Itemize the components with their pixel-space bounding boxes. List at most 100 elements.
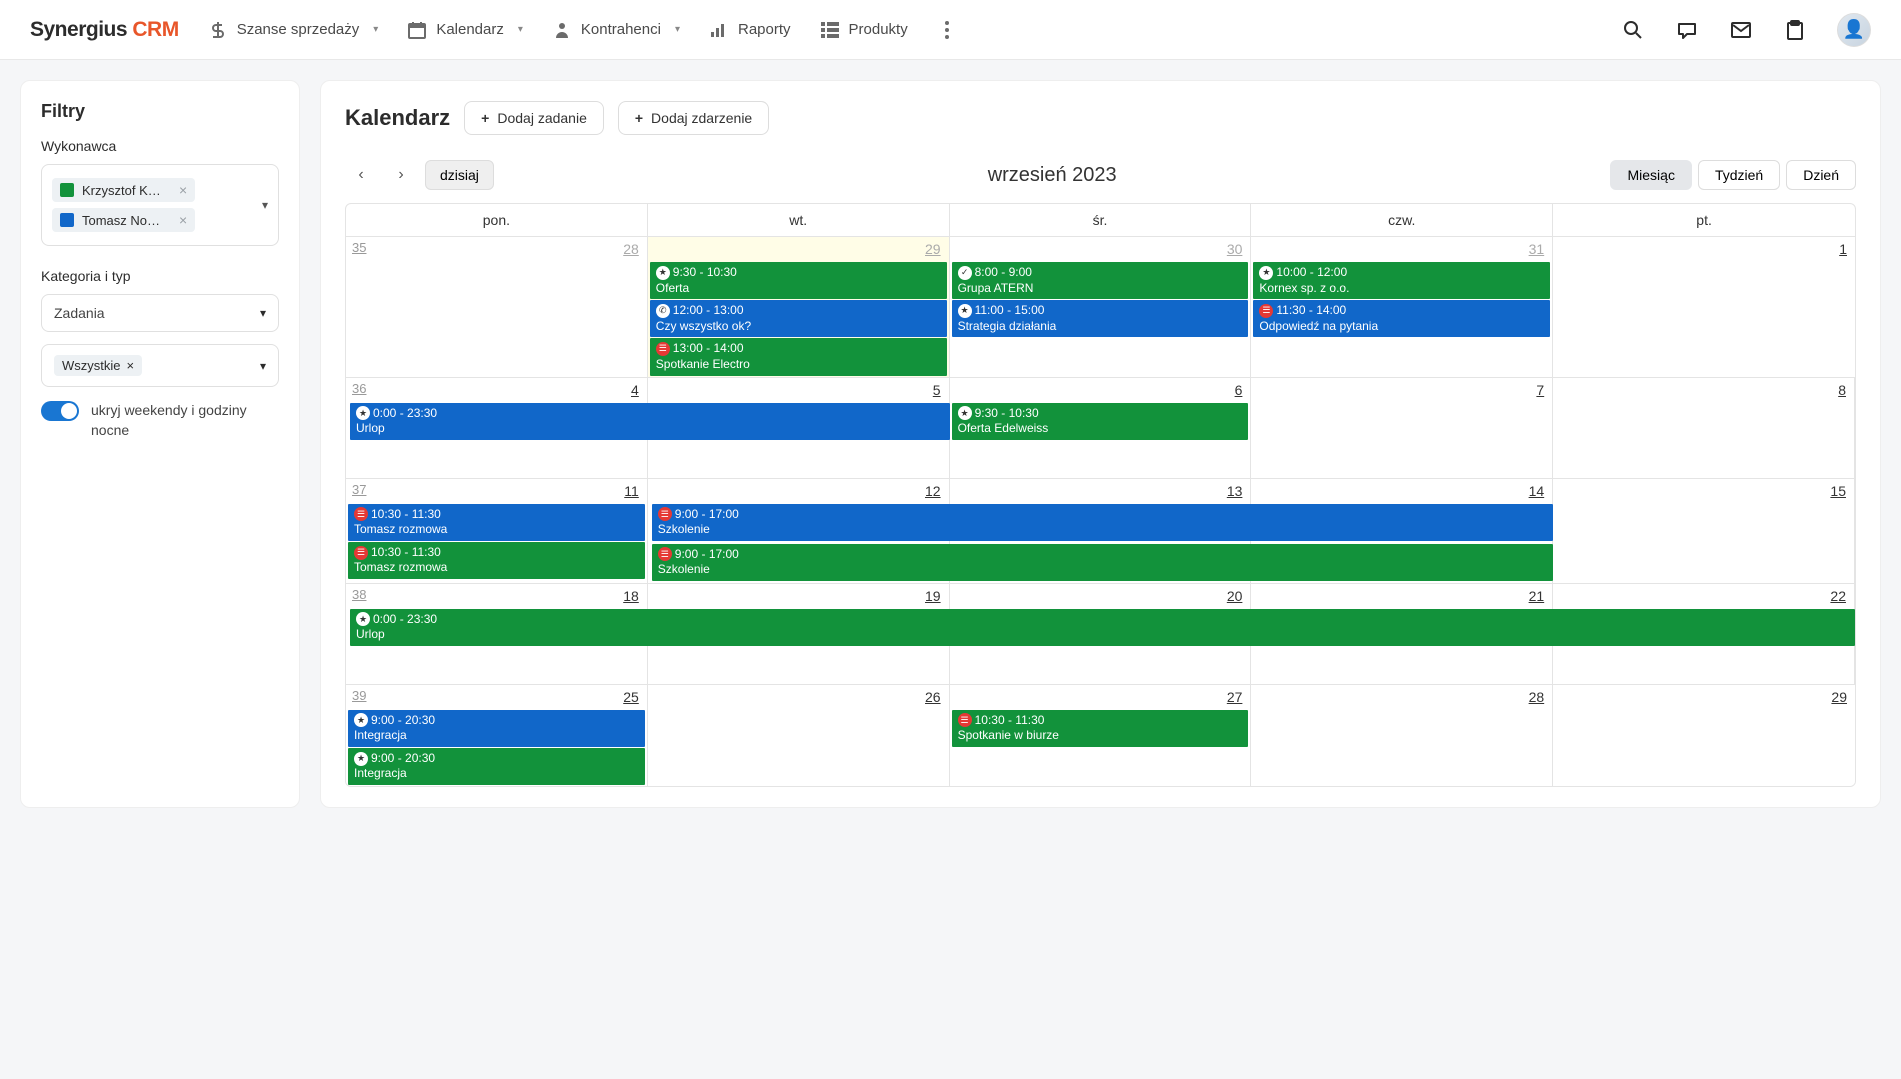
- day-number[interactable]: 27: [950, 685, 1251, 709]
- calendar-event[interactable]: ★9:30 - 10:30Oferta Edelweiss: [952, 403, 1249, 440]
- day-number[interactable]: 28: [1251, 685, 1552, 709]
- chat-icon[interactable]: [1675, 18, 1699, 42]
- day-number[interactable]: 7: [1251, 378, 1552, 402]
- day-number[interactable]: 25: [346, 685, 647, 709]
- calendar-cell[interactable]: 6★9:30 - 10:30Oferta Edelweiss: [950, 378, 1252, 478]
- view-day-button[interactable]: Dzień: [1786, 160, 1856, 190]
- chevron-down-icon: ▾: [260, 359, 266, 373]
- week-number[interactable]: 36: [352, 381, 366, 396]
- day-number[interactable]: 14: [1251, 479, 1552, 503]
- chevron-down-icon[interactable]: ▾: [262, 198, 268, 212]
- category-select[interactable]: Zadania ▾: [41, 294, 279, 332]
- add-event-button[interactable]: + Dodaj zdarzenie: [618, 101, 769, 135]
- calendar-event[interactable]: ★11:00 - 15:00Strategia działania: [952, 300, 1249, 337]
- day-number[interactable]: 13: [950, 479, 1251, 503]
- day-number[interactable]: 11: [346, 479, 647, 503]
- calendar-event-span[interactable]: ☰9:00 - 17:00Szkolenie: [652, 544, 1553, 581]
- calendar-event[interactable]: ★9:00 - 20:30Integracja: [348, 748, 645, 785]
- calendar-event[interactable]: ☰10:30 - 11:30Spotkanie w biurze: [952, 710, 1249, 747]
- day-number[interactable]: 26: [648, 685, 949, 709]
- plus-icon: +: [481, 110, 489, 126]
- avatar[interactable]: 👤: [1837, 13, 1871, 47]
- calendar-cell[interactable]: 25★9:00 - 20:30Integracja★9:00 - 20:30In…: [346, 685, 648, 786]
- calendar-event[interactable]: ☰10:30 - 11:30Tomasz rozmowa: [348, 504, 645, 541]
- star-icon: ★: [356, 406, 370, 420]
- calendar-cell[interactable]: 28: [1251, 685, 1553, 786]
- day-number[interactable]: 20: [950, 584, 1251, 608]
- day-header: pon.: [346, 204, 648, 237]
- calendar-event[interactable]: ✓8:00 - 9:00Grupa ATERN: [952, 262, 1249, 299]
- view-month-button[interactable]: Miesiąc: [1610, 160, 1691, 190]
- clipboard-icon[interactable]: [1783, 18, 1807, 42]
- calendar-cell[interactable]: 29★9:30 - 10:30Oferta✆12:00 - 13:00Czy w…: [648, 237, 950, 377]
- calendar-event-span[interactable]: ★0:00 - 23:30Urlop: [350, 403, 950, 440]
- day-number[interactable]: 29: [1553, 685, 1855, 709]
- calendar-cell[interactable]: 1: [1553, 237, 1855, 377]
- calendar-event[interactable]: ★10:00 - 12:00Kornex sp. z o.o.: [1253, 262, 1550, 299]
- day-number[interactable]: 4: [346, 378, 647, 402]
- add-task-button[interactable]: + Dodaj zadanie: [464, 101, 604, 135]
- performer-chip[interactable]: Krzysztof Kow…×: [52, 178, 195, 202]
- day-number[interactable]: 19: [648, 584, 949, 608]
- calendar-event-span[interactable]: ★0:00 - 23:30Urlop: [350, 609, 1855, 646]
- week-number[interactable]: 39: [352, 688, 366, 703]
- day-number[interactable]: 8: [1553, 378, 1854, 402]
- today-button[interactable]: dzisiaj: [425, 160, 494, 190]
- nav-products[interactable]: Produkty: [821, 21, 908, 39]
- day-number[interactable]: 1: [1553, 237, 1855, 261]
- calendar-cell[interactable]: 30✓8:00 - 9:00Grupa ATERN★11:00 - 15:00S…: [950, 237, 1252, 377]
- day-number[interactable]: 29: [648, 237, 949, 261]
- calendar-week: 36456★9:30 - 10:30Oferta Edelweiss78 ★0:0…: [346, 378, 1855, 479]
- remove-chip-icon[interactable]: ×: [179, 212, 187, 228]
- calendar-event[interactable]: ★9:00 - 20:30Integracja: [348, 710, 645, 747]
- calendar-cell[interactable]: 8: [1553, 378, 1855, 478]
- day-number[interactable]: 21: [1251, 584, 1552, 608]
- day-number[interactable]: 5: [648, 378, 949, 402]
- day-number[interactable]: 18: [346, 584, 647, 608]
- day-number[interactable]: 28: [346, 237, 647, 261]
- calendar-event[interactable]: ☰10:30 - 11:30Tomasz rozmowa: [348, 542, 645, 579]
- calendar-event-span[interactable]: ☰9:00 - 17:00Szkolenie: [652, 504, 1553, 541]
- mail-icon[interactable]: [1729, 18, 1753, 42]
- next-month-button[interactable]: ›: [385, 159, 417, 191]
- performer-select[interactable]: Krzysztof Kow…× Tomasz Now…× ▾: [41, 164, 279, 246]
- nav-calendar[interactable]: Kalendarz ▾: [408, 21, 523, 39]
- performer-chip[interactable]: Tomasz Now…×: [52, 208, 195, 232]
- prev-month-button[interactable]: ‹: [345, 159, 377, 191]
- calendar-cell[interactable]: 11☰10:30 - 11:30Tomasz rozmowa☰10:30 - 1…: [346, 479, 648, 583]
- calendar-event[interactable]: ✆12:00 - 13:00Czy wszystko ok?: [650, 300, 947, 337]
- type-select[interactable]: Wszystkie × ▾: [41, 344, 279, 387]
- calendar-cell[interactable]: 29: [1553, 685, 1855, 786]
- day-number[interactable]: 12: [648, 479, 949, 503]
- day-number[interactable]: 15: [1553, 479, 1854, 503]
- day-number[interactable]: 6: [950, 378, 1251, 402]
- meeting-icon: ☰: [958, 713, 972, 727]
- remove-chip-icon[interactable]: ×: [127, 358, 135, 373]
- week-number[interactable]: 38: [352, 587, 366, 602]
- chevron-down-icon: ▾: [260, 306, 266, 320]
- week-number[interactable]: 37: [352, 482, 366, 497]
- view-week-button[interactable]: Tydzień: [1698, 160, 1780, 190]
- calendar-cell[interactable]: 28: [346, 237, 648, 377]
- calendar-cell[interactable]: 27☰10:30 - 11:30Spotkanie w biurze: [950, 685, 1252, 786]
- calendar-cell[interactable]: 15: [1553, 479, 1855, 583]
- day-number[interactable]: 22: [1553, 584, 1854, 608]
- week-number[interactable]: 35: [352, 240, 366, 255]
- calendar-event[interactable]: ★9:30 - 10:30Oferta: [650, 262, 947, 299]
- hide-weekends-toggle[interactable]: [41, 401, 79, 421]
- day-number[interactable]: 30: [950, 237, 1251, 261]
- nav-sales[interactable]: Szanse sprzedaży ▾: [209, 21, 379, 39]
- search-icon[interactable]: [1621, 18, 1645, 42]
- day-number[interactable]: 31: [1251, 237, 1552, 261]
- nav-reports[interactable]: Raporty: [710, 21, 791, 39]
- calendar-cell[interactable]: 31★10:00 - 12:00Kornex sp. z o.o.☰11:30 …: [1251, 237, 1553, 377]
- calendar-event[interactable]: ☰13:00 - 14:00Spotkanie Electro: [650, 338, 947, 375]
- nav-contractors[interactable]: Kontrahenci ▾: [553, 21, 680, 39]
- remove-chip-icon[interactable]: ×: [179, 182, 187, 198]
- nav-more[interactable]: [938, 21, 956, 39]
- month-label: wrzesień 2023: [502, 164, 1603, 187]
- calendar-cell[interactable]: 7: [1251, 378, 1553, 478]
- star-icon: ★: [958, 406, 972, 420]
- calendar-event[interactable]: ☰11:30 - 14:00Odpowiedź na pytania: [1253, 300, 1550, 337]
- calendar-cell[interactable]: 26: [648, 685, 950, 786]
